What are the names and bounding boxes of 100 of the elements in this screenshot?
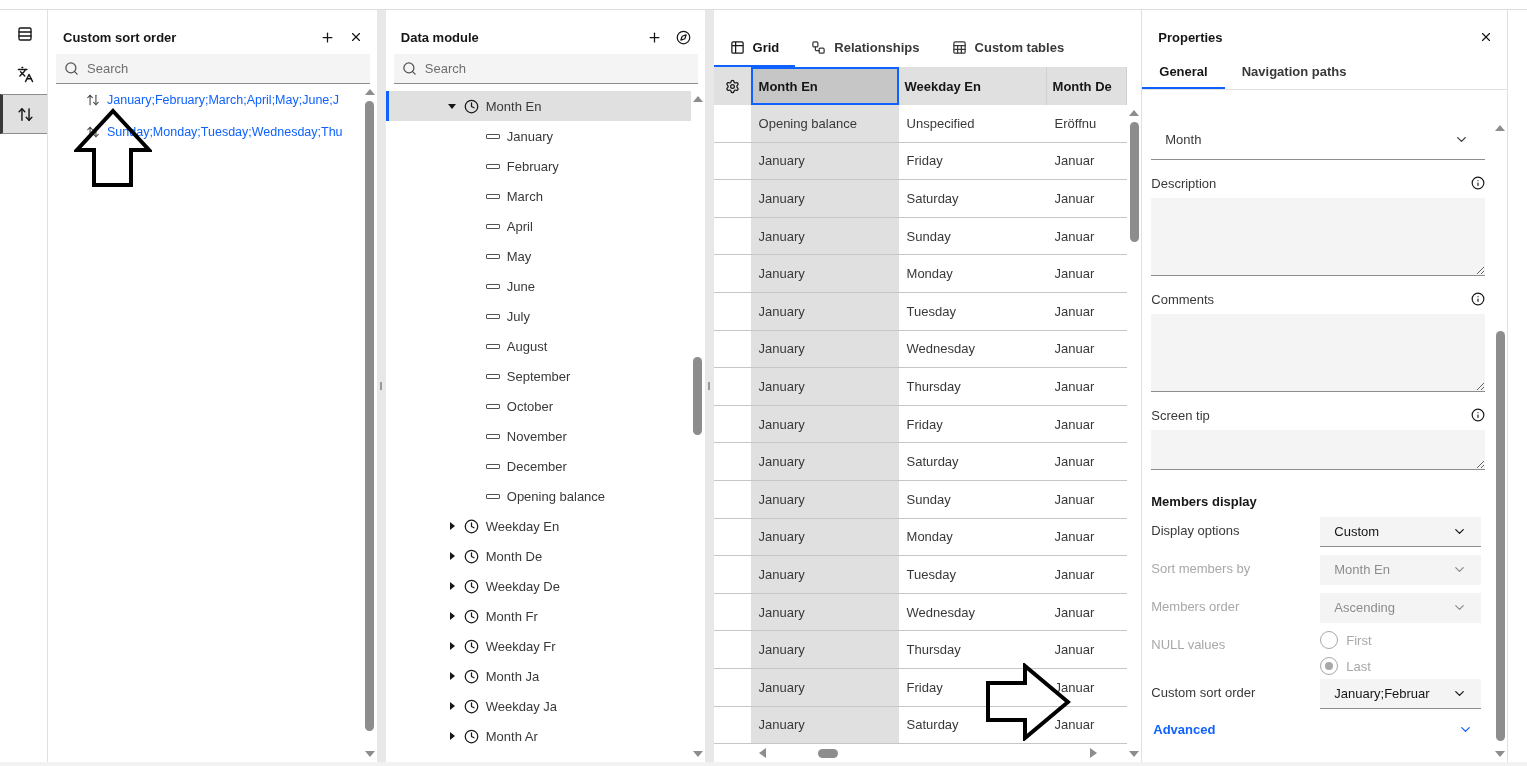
settings-button[interactable] — [713, 67, 751, 105]
clock-icon — [463, 698, 479, 714]
tree-item[interactable]: March — [385, 181, 691, 211]
tree-item[interactable]: April — [385, 211, 691, 241]
scroll-up-icon[interactable] — [1495, 124, 1505, 131]
clock-icon — [463, 668, 479, 684]
clock-icon — [463, 578, 479, 594]
tree-item[interactable]: Weekday Fr — [385, 631, 691, 661]
column-header[interactable]: Month En — [750, 67, 899, 105]
properties-tab[interactable]: General — [1142, 56, 1225, 89]
scroll-thumb[interactable] — [693, 357, 703, 435]
scroll-down-icon[interactable] — [1129, 751, 1140, 758]
table-cell: January — [750, 443, 899, 481]
info-icon[interactable] — [1471, 292, 1485, 306]
table-cell: January — [750, 330, 899, 369]
tree-item[interactable]: June — [385, 271, 691, 301]
member-icon — [485, 313, 500, 319]
scroll-down-icon[interactable] — [364, 751, 375, 758]
scroll-right-icon[interactable] — [1090, 748, 1098, 759]
view-tab[interactable]: Relationships — [795, 30, 936, 67]
sort-icon — [86, 93, 100, 107]
view-tab[interactable]: Custom tables — [935, 30, 1081, 67]
member-icon — [485, 493, 500, 499]
info-icon[interactable] — [1471, 176, 1485, 190]
tree-item[interactable]: August — [385, 331, 691, 361]
clock-icon — [463, 608, 479, 624]
relationships-icon — [811, 40, 827, 55]
add-button[interactable] — [646, 29, 662, 45]
advanced-toggle[interactable]: Advanced — [1151, 717, 1485, 741]
field-label: NULL values — [1151, 636, 1227, 652]
table-cell: January — [750, 405, 899, 444]
table-icon — [17, 26, 33, 42]
table-cell: January — [750, 180, 899, 218]
clock-icon — [463, 638, 479, 654]
scroll-thumb[interactable] — [365, 101, 375, 731]
field-label: Sort members by — [1151, 560, 1252, 576]
table-cell: January — [750, 556, 899, 594]
tree-item[interactable]: Month Ja — [385, 661, 691, 691]
plus-icon — [646, 29, 662, 45]
table-cell: January — [750, 480, 899, 519]
tree-item[interactable]: Weekday De — [385, 571, 691, 601]
clock-icon — [463, 728, 479, 744]
text-area[interactable] — [1151, 430, 1485, 470]
scroll-thumb[interactable] — [1129, 122, 1139, 242]
tree-item[interactable]: Weekday Ja — [385, 691, 691, 721]
scroll-down-icon[interactable] — [1495, 751, 1505, 758]
tree-item[interactable]: Month De — [385, 541, 691, 571]
tree-item[interactable]: Month En — [385, 91, 691, 121]
column-header[interactable]: Month De — [1046, 67, 1128, 105]
compass-icon — [675, 29, 691, 45]
close-icon — [1479, 30, 1493, 44]
field-label: Members order — [1151, 598, 1241, 614]
member-icon — [485, 133, 500, 139]
dropdown[interactable]: Custom — [1320, 517, 1482, 547]
tree-item[interactable]: Weekday En — [385, 511, 691, 541]
rail-button[interactable] — [0, 94, 47, 134]
member-icon — [485, 373, 500, 379]
scroll-thumb[interactable] — [1495, 331, 1505, 741]
info-icon[interactable] — [1471, 408, 1485, 422]
search-field[interactable]: Search — [393, 54, 698, 84]
member-icon — [485, 433, 500, 439]
table-icon — [951, 40, 967, 55]
caret-icon[interactable] — [446, 101, 457, 111]
tree-item[interactable]: February — [385, 151, 691, 181]
search-icon — [401, 61, 417, 76]
tree-item[interactable]: May — [385, 241, 691, 271]
sort-icon — [86, 125, 100, 139]
search-field[interactable]: Search — [56, 54, 370, 84]
scroll-left-icon[interactable] — [758, 748, 766, 759]
add-button[interactable] — [319, 29, 335, 45]
member-icon — [485, 463, 500, 469]
clock-icon — [463, 548, 479, 564]
compass-button[interactable] — [675, 29, 691, 45]
field-label: Display options — [1151, 522, 1241, 538]
scroll-down-icon[interactable] — [692, 751, 703, 758]
properties-tab[interactable]: Navigation paths — [1224, 56, 1364, 89]
scroll-up-icon[interactable] — [1129, 109, 1140, 116]
tree-item[interactable]: September — [385, 361, 691, 391]
close-button[interactable] — [1479, 30, 1493, 44]
tree-item[interactable]: Opening balance — [385, 481, 691, 511]
table-cell: January — [750, 593, 899, 632]
table-cell: January — [750, 217, 899, 256]
tree-item[interactable]: October — [385, 391, 691, 421]
tree-item[interactable]: November — [385, 421, 691, 451]
panel-title: Properties — [1158, 29, 1224, 45]
scroll-up-icon[interactable] — [692, 95, 703, 102]
table-cell: Opening balance — [750, 105, 899, 143]
grid-icon — [729, 40, 745, 55]
tree-item[interactable]: Month Fr — [385, 601, 691, 631]
member-icon — [485, 223, 500, 229]
dropdown[interactable]: January;Februar — [1320, 679, 1482, 709]
scroll-up-icon[interactable] — [364, 88, 375, 95]
tree-item[interactable]: December — [385, 451, 691, 481]
tree-item[interactable]: Month Ar — [385, 721, 691, 751]
tree-item[interactable]: July — [385, 301, 691, 331]
tree-item[interactable]: January — [385, 121, 691, 151]
column-header[interactable]: Weekday En — [898, 67, 1047, 105]
scroll-thumb[interactable] — [817, 748, 838, 758]
table-cell: January — [750, 518, 899, 557]
sort-order-link[interactable]: January;February;March;April;May;June;J — [107, 93, 340, 107]
